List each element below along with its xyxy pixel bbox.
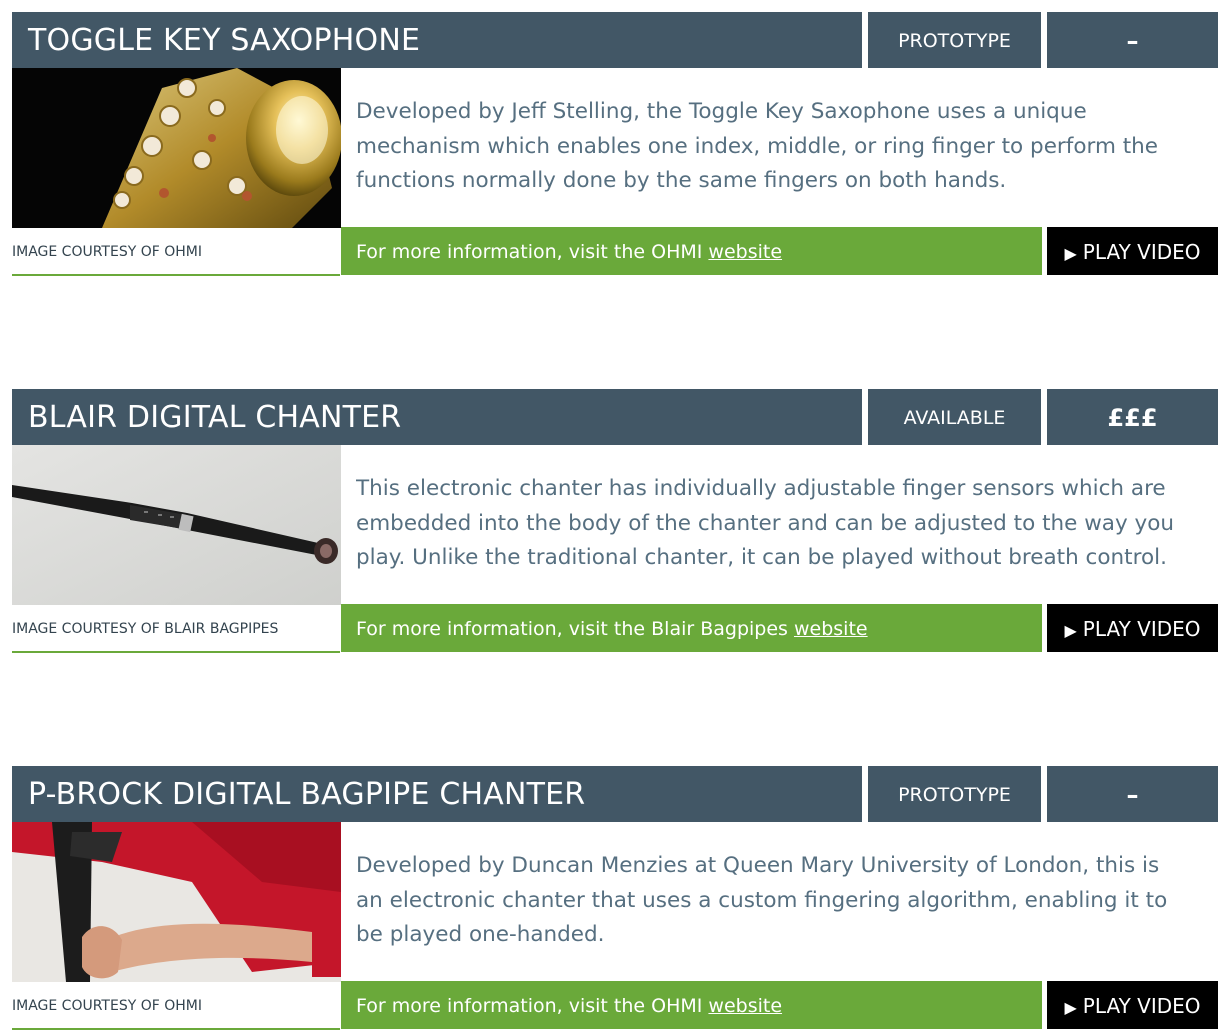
- play-icon: ▶: [1064, 244, 1077, 263]
- instrument-card: P-BROCK DIGITAL BAGPIPE CHANTER PROTOTYP…: [12, 766, 1218, 1030]
- description-line: an electronic chanter that uses a custom…: [356, 887, 1168, 913]
- description-line: Developed by Jeff Stelling, the Toggle K…: [356, 99, 1087, 124]
- play-video-button[interactable]: ▶ PLAY VIDEO: [1047, 227, 1218, 275]
- description-line: play. Unlike the traditional chanter, it…: [356, 545, 1167, 570]
- play-icon: ▶: [1064, 621, 1077, 640]
- card-title: BLAIR DIGITAL CHANTER: [28, 400, 402, 435]
- more-info-text: For more information, visit the OHMI web…: [356, 981, 782, 1031]
- website-link[interactable]: website: [708, 995, 782, 1017]
- chanter-photo: [12, 445, 341, 605]
- instrument-card: TOGGLE KEY SAXOPHONE PROTOTYPE – Develop…: [12, 12, 1218, 276]
- more-info-text: For more information, visit the OHMI web…: [356, 227, 782, 277]
- play-video-label: PLAY VIDEO: [1082, 617, 1201, 641]
- more-info-text: For more information, visit the Blair Ba…: [356, 604, 868, 654]
- play-video-label: PLAY VIDEO: [1082, 994, 1201, 1018]
- card-title-bar: TOGGLE KEY SAXOPHONE: [12, 12, 862, 68]
- card-title-bar: BLAIR DIGITAL CHANTER: [12, 389, 862, 445]
- more-info-bar: For more information, visit the OHMI web…: [341, 227, 1042, 275]
- saxophone-photo: [12, 68, 341, 228]
- bagpipe-player-photo: [12, 822, 341, 982]
- website-link[interactable]: website: [794, 618, 868, 640]
- card-description: Developed by Jeff Stelling, the Toggle K…: [356, 95, 1218, 199]
- description-line: This electronic chanter has individually…: [356, 476, 1166, 501]
- card-description: This electronic chanter has individually…: [356, 472, 1218, 576]
- status-badge: AVAILABLE: [868, 389, 1041, 445]
- status-label: PROTOTYPE: [898, 30, 1011, 52]
- play-video-label: PLAY VIDEO: [1082, 240, 1201, 264]
- card-description: Developed by Duncan Menzies at Queen Mar…: [356, 849, 1218, 953]
- card-title: TOGGLE KEY SAXOPHONE: [28, 23, 421, 58]
- website-link[interactable]: website: [708, 241, 782, 263]
- more-info-prefix: For more information, visit the OHMI: [356, 995, 709, 1017]
- more-info-bar: For more information, visit the OHMI web…: [341, 981, 1042, 1029]
- price-badge: –: [1047, 766, 1218, 822]
- more-info-prefix: For more information, visit the Blair Ba…: [356, 618, 794, 640]
- description-line: be played one-handed.: [356, 922, 605, 947]
- price-badge: £££: [1047, 389, 1218, 445]
- price-badge: –: [1047, 12, 1218, 68]
- play-video-button[interactable]: ▶ PLAY VIDEO: [1047, 604, 1218, 652]
- description-line: Developed by Duncan Menzies at Queen Mar…: [356, 853, 1160, 878]
- card-title-bar: P-BROCK DIGITAL BAGPIPE CHANTER: [12, 766, 862, 822]
- description-line: embedded into the body of the chanter an…: [356, 510, 1175, 536]
- play-icon: ▶: [1064, 998, 1077, 1017]
- description-line: functions normally done by the same fing…: [356, 168, 1007, 193]
- price-label: –: [1126, 781, 1139, 809]
- image-credit: IMAGE COURTESY OF OHMI: [12, 228, 340, 276]
- image-credit: IMAGE COURTESY OF OHMI: [12, 982, 340, 1030]
- image-credit: IMAGE COURTESY OF BLAIR BAGPIPES: [12, 605, 340, 653]
- instrument-card: BLAIR DIGITAL CHANTER AVAILABLE £££ This…: [12, 389, 1218, 653]
- status-badge: PROTOTYPE: [868, 12, 1041, 68]
- card-title: P-BROCK DIGITAL BAGPIPE CHANTER: [28, 777, 586, 812]
- more-info-bar: For more information, visit the Blair Ba…: [341, 604, 1042, 652]
- description-line: mechanism which enables one index, middl…: [356, 133, 1159, 159]
- price-label: –: [1126, 27, 1139, 55]
- price-label: £££: [1107, 404, 1158, 432]
- play-video-button[interactable]: ▶ PLAY VIDEO: [1047, 981, 1218, 1029]
- status-label: AVAILABLE: [903, 407, 1006, 429]
- status-label: PROTOTYPE: [898, 784, 1011, 806]
- more-info-prefix: For more information, visit the OHMI: [356, 241, 709, 263]
- status-badge: PROTOTYPE: [868, 766, 1041, 822]
